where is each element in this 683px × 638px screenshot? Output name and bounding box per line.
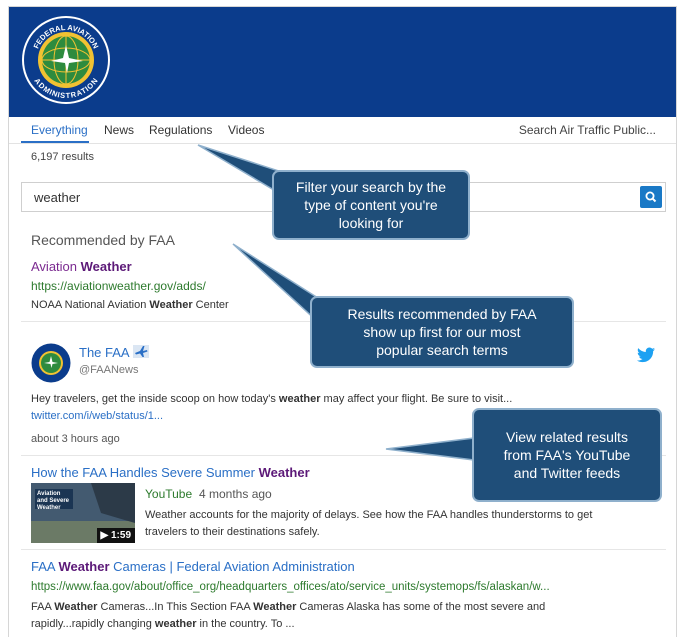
video-description-line2: travelers to their destinations safely. xyxy=(145,526,320,538)
callout-line: Filter your search by the xyxy=(295,179,447,195)
snippet-text: Cameras...In This Section FAA xyxy=(97,601,254,613)
snippet-text: in the country. To ... xyxy=(196,618,295,630)
result-snippet-line2: rapidly...rapidly changing weather in th… xyxy=(31,618,295,630)
snippet-highlight: Weather xyxy=(253,601,297,613)
faa-seal-logo[interactable]: FEDERAL AVIATION ADMINISTRATION xyxy=(21,15,111,105)
title-highlight: Weather xyxy=(58,559,110,574)
related-callout: View related results from FAA's YouTube … xyxy=(472,408,662,502)
callout-line: looking for xyxy=(338,215,404,231)
play-icon: ▶ xyxy=(100,530,109,541)
search-scope-link[interactable]: Search Air Traffic Public... xyxy=(519,123,656,137)
tweet-text-highlight: weather xyxy=(278,393,321,405)
snippet-highlight: weather xyxy=(154,618,197,630)
callout-line: show up first for our most xyxy=(363,324,521,340)
content-tabs: Everything News Regulations Videos Searc… xyxy=(9,117,676,144)
tweet-link[interactable]: twitter.com/i/web/status/1... xyxy=(31,410,163,422)
title-highlight: Weather xyxy=(258,465,310,480)
callout-line: View related results xyxy=(506,429,628,445)
snippet-text: FAA xyxy=(31,601,55,613)
tweet-text: Hey travelers, get the inside scoop on h… xyxy=(31,393,512,405)
callout-line: and Twitter feeds xyxy=(513,465,621,481)
callout-line: from FAA's YouTube xyxy=(503,447,631,463)
video-duration: ▶ 1:59 xyxy=(96,528,135,543)
title-highlight: Weather xyxy=(80,259,132,274)
title-text: FAA xyxy=(31,559,59,574)
video-source: YouTube xyxy=(145,487,193,501)
tweet-handle: @FAANews xyxy=(79,364,139,376)
snippet-text: NOAA National Aviation xyxy=(31,299,150,311)
video-result-title[interactable]: How the FAA Handles Severe Summer Weathe… xyxy=(31,465,310,480)
recommended-result-snippet: NOAA National Aviation Weather Center xyxy=(31,299,229,311)
result-snippet-line1: FAA Weather Cameras...In This Section FA… xyxy=(31,601,545,613)
tweet-author-name[interactable]: The FAA xyxy=(79,345,149,360)
tab-videos[interactable]: Videos xyxy=(228,123,264,137)
title-text: Aviation xyxy=(31,259,81,274)
thumbnail-caption: Aviation and Severe Weather xyxy=(37,491,70,511)
title-text: Cameras | Federal Aviation Administratio… xyxy=(109,559,355,574)
snippet-highlight: Weather xyxy=(149,299,193,311)
tweet-text-part: Hey travelers, get the inside scoop on h… xyxy=(31,393,279,405)
search-icon xyxy=(645,191,657,203)
tab-everything[interactable]: Everything xyxy=(31,123,88,137)
divider xyxy=(21,549,666,550)
snippet-text: Center xyxy=(192,299,229,311)
recommended-result-url[interactable]: https://aviationweather.gov/adds/ xyxy=(31,279,206,293)
result-url[interactable]: https://www.faa.gov/about/office_org/hea… xyxy=(31,581,550,593)
twitter-bird-icon[interactable] xyxy=(637,347,655,363)
author-name-text: The FAA xyxy=(79,345,129,360)
callout-line: Results recommended by FAA xyxy=(347,306,537,322)
tweet-text-part: may affect your flight. Be sure to visit… xyxy=(320,393,513,405)
search-button[interactable] xyxy=(640,186,662,208)
results-count: 6,197 results xyxy=(31,151,94,163)
tab-news[interactable]: News xyxy=(104,123,134,137)
airplane-icon xyxy=(132,345,149,358)
video-description-line1: Weather accounts for the majority of del… xyxy=(145,509,593,521)
callout-line: type of content you're xyxy=(304,197,438,213)
snippet-text: rapidly...rapidly changing xyxy=(31,618,155,630)
recommended-callout: Results recommended by FAA show up first… xyxy=(310,296,574,368)
recommended-heading: Recommended by FAA xyxy=(31,232,175,248)
filter-callout: Filter your search by the type of conten… xyxy=(272,170,470,240)
duration-text: 1:59 xyxy=(110,530,131,541)
snippet-highlight: Weather xyxy=(54,601,98,613)
snippet-text: Cameras Alaska has some of the most seve… xyxy=(296,601,546,613)
tweet-time: about 3 hours ago xyxy=(31,433,120,445)
faa-seal-icon[interactable] xyxy=(31,343,71,383)
title-text: How the FAA Handles Severe Summer xyxy=(31,465,259,480)
result-title[interactable]: FAA Weather Cameras | Federal Aviation A… xyxy=(31,559,355,574)
site-header: FEDERAL AVIATION ADMINISTRATION xyxy=(9,7,676,117)
video-age: 4 months ago xyxy=(199,487,272,501)
callout-line: popular search terms xyxy=(376,342,508,358)
active-tab-indicator xyxy=(21,141,89,143)
recommended-result-title[interactable]: Aviation Weather xyxy=(31,259,132,274)
video-thumbnail[interactable]: Aviation and Severe Weather ▶ 1:59 xyxy=(31,483,135,543)
tab-regulations[interactable]: Regulations xyxy=(149,123,212,137)
